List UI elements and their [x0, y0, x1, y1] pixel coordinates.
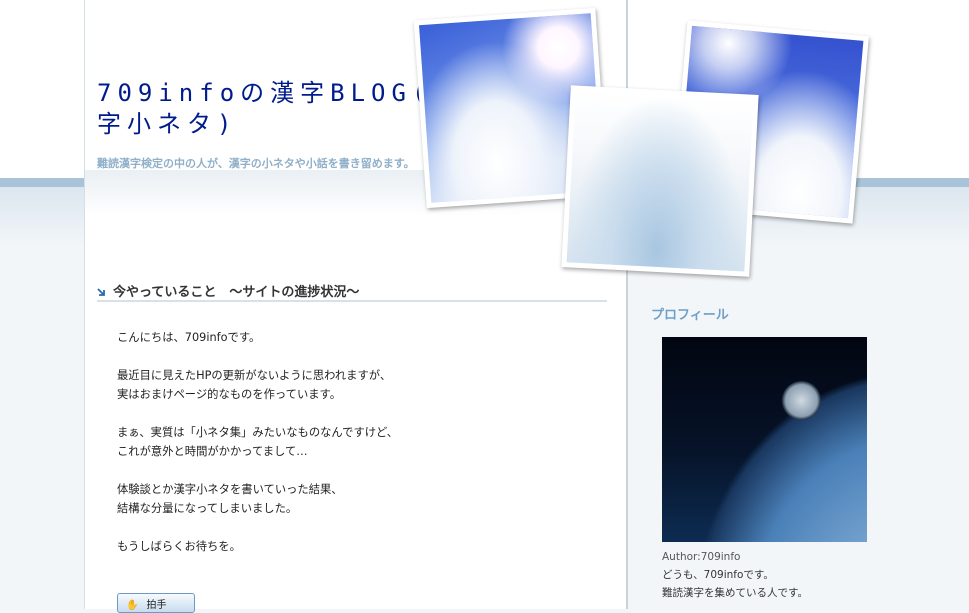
entry-paragraph: 体験談とか漢字小ネタを書いていった結果、 結構な分量になってしまいました。: [117, 483, 343, 515]
profile-author: Author:709info: [662, 551, 741, 563]
profile-photo: [662, 337, 867, 542]
blog-subtitle: 難読漢字検定の中の人が、漢字の小ネタや小話を書き留めます。: [97, 157, 415, 170]
clapping-hands-icon: ✋: [126, 600, 139, 611]
clap-button[interactable]: ✋ 拍手: [117, 593, 195, 613]
entry-paragraph: もうしばらくお待ちを。: [117, 540, 241, 553]
header-photo-pale-sky: [561, 85, 759, 277]
entry-body: こんにちは、709infoです。 最近目に見えたHPの更新がないように思われます…: [117, 328, 597, 575]
profile-heading: プロフィール: [651, 308, 729, 323]
profile-text: Author:709info どうも、709infoです。 難読漢字を集めている…: [662, 548, 952, 602]
profile-bio-line: 難読漢字を集めている人です。: [662, 587, 808, 599]
entry-paragraph: 最近目に見えたHPの更新がないように思われますが、 実はおまけページ的なものを作…: [117, 369, 392, 401]
entry-title-text: 今やっていること 〜サイトの進捗状況〜: [113, 285, 360, 300]
profile-bio-line: どうも、709infoです。: [662, 569, 774, 581]
entry-title[interactable]: 今やっていること 〜サイトの進捗状況〜: [97, 281, 607, 302]
entry-paragraph: こんにちは、709infoです。: [117, 331, 261, 344]
arrow-down-right-icon: [97, 286, 107, 299]
clap-label: 拍手: [146, 600, 167, 611]
entry-paragraph: まぁ、実質は「小ネタ集」みたいなものなんですけど、 これが意外と時間がかかってま…: [117, 426, 399, 458]
